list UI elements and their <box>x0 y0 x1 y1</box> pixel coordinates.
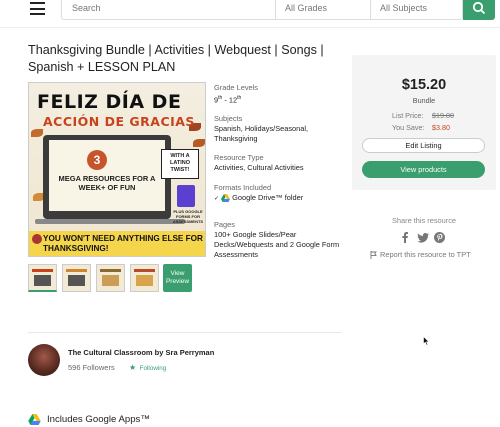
google-drive-icon <box>28 414 41 425</box>
grades-select[interactable]: All Grades <box>275 0 370 19</box>
google-apps-heading: Includes Google Apps™ <box>28 414 150 425</box>
price-type: Bundle <box>412 96 436 105</box>
share-label: Share this resource <box>391 216 457 225</box>
formats-value: ✓ Google Drive™ folder <box>214 193 304 203</box>
twitter-icon[interactable] <box>417 230 429 248</box>
flag-icon <box>370 251 377 260</box>
divider <box>28 332 342 333</box>
grade-levels-value: 9th - 12th <box>214 95 242 105</box>
thumbnail[interactable] <box>130 264 159 292</box>
social-icons <box>398 230 458 244</box>
you-save: $3.80 <box>432 123 450 132</box>
price: $15.20 <box>401 77 447 93</box>
search-icon <box>472 1 486 15</box>
purchase-box: $15.20 Bundle List Price: $19.00 You Sav… <box>352 55 496 190</box>
search-box: All Grades All Subjects <box>61 0 463 20</box>
google-forms-icon <box>177 185 195 207</box>
resource-type-label: Resource Type <box>214 153 264 162</box>
formats-label: Formats Included <box>214 183 272 192</box>
avatar[interactable] <box>28 344 60 376</box>
resource-type-value[interactable]: Activities, Cultural Activities <box>214 163 344 173</box>
view-products-button[interactable]: View products <box>362 161 485 178</box>
followers-count: 596 Followers <box>68 363 115 372</box>
subjects-select[interactable]: All Subjects <box>370 0 464 19</box>
grade-levels-label: Grade Levels <box>214 83 258 92</box>
cover-doc-caption: PLUS GOOGLE FORMS FOR ASSESSMENTS <box>172 209 204 224</box>
search-input[interactable] <box>72 3 262 13</box>
star-icon: ★ <box>129 363 137 372</box>
facebook-icon[interactable] <box>401 230 409 248</box>
cover-badge: WITH A LATINO TWIST! <box>161 149 199 179</box>
product-cover-image[interactable]: FELIZ DÍA DE ACCIÓN DE GRACIAS 3 MEGA RE… <box>28 82 206 257</box>
cover-number: 3 <box>87 150 107 170</box>
cover-mega-text: MEGA RESOURCES FOR A WEEK+ OF FUN <box>58 174 156 192</box>
pages-label: Pages <box>214 220 235 229</box>
pages-value: 100+ Google Slides/Pear Decks/Webquests … <box>214 230 340 259</box>
leaf-decoration <box>31 129 43 137</box>
cover-face-icon <box>32 234 42 244</box>
cursor-icon <box>423 336 430 346</box>
view-preview-button[interactable]: View Preview <box>163 264 192 292</box>
laptop-illustration: 3 MEGA RESOURCES FOR A WEEK+ OF FUN <box>43 135 171 219</box>
menu-icon[interactable] <box>30 2 45 15</box>
you-save-row: You Save: $3.80 <box>392 123 450 132</box>
subjects-value[interactable]: Spanish, Holidays/Seasonal, Thanksgiving <box>214 124 344 144</box>
edit-listing-button[interactable]: Edit Listing <box>362 138 485 153</box>
following-button[interactable]: ★ Following <box>129 363 166 372</box>
cover-subheadline: ACCIÓN DE GRACIAS <box>43 114 195 129</box>
pinterest-icon[interactable] <box>434 230 445 248</box>
cover-headline: FELIZ DÍA DE <box>37 91 182 113</box>
report-link[interactable]: Report this resource to TPT <box>370 250 471 260</box>
leaf-decoration <box>193 139 205 147</box>
google-drive-icon <box>221 194 231 203</box>
search-button[interactable] <box>463 0 495 20</box>
list-price: $19.00 <box>432 111 454 120</box>
thumbnail[interactable] <box>62 264 91 292</box>
subjects-label: Subjects <box>214 114 243 123</box>
product-title: Thanksgiving Bundle | Activities | Webqu… <box>28 43 324 74</box>
thumbnail[interactable] <box>96 264 125 292</box>
cover-banner-text: YOU WON'T NEED ANYTHING ELSE FOR THANKSG… <box>43 234 203 253</box>
divider <box>0 27 500 28</box>
top-bar: All Grades All Subjects <box>0 0 500 22</box>
thumbnail[interactable] <box>28 264 57 292</box>
author-name[interactable]: The Cultural Classroom by Sra Perryman <box>68 348 214 357</box>
list-price-row: List Price: $19.00 <box>392 111 454 120</box>
